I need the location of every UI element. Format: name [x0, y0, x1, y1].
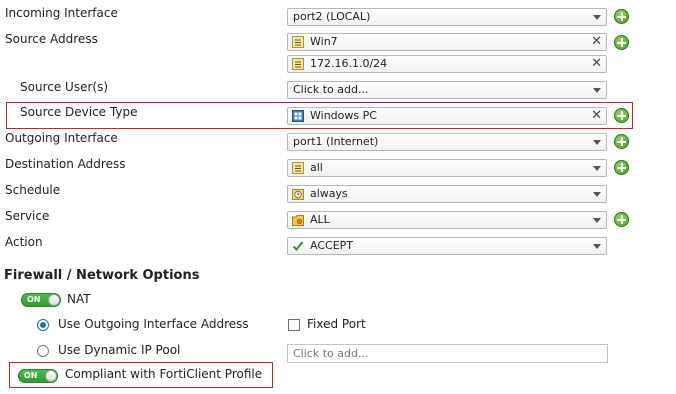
outgoing-interface-label: Outgoing Interface [5, 131, 118, 145]
dropdown-arrow-icon [593, 244, 601, 249]
toggle-knob [48, 294, 60, 306]
service-select[interactable]: ALL [287, 211, 607, 229]
forticlient-toggle[interactable]: ON [18, 369, 58, 383]
source-users-placeholder: Click to add... [293, 83, 369, 96]
ip-pool-placeholder: Click to add... [293, 347, 369, 360]
service-label: Service [5, 209, 50, 223]
outgoing-interface-select[interactable]: port1 (Internet) [287, 133, 607, 151]
firewall-options-title: Firewall / Network Options [4, 268, 200, 283]
forticlient-label: Compliant with FortiClient Profile [65, 367, 263, 381]
dropdown-arrow-icon [593, 218, 601, 223]
incoming-interface-value: port2 (LOCAL) [293, 10, 371, 23]
source-address-value-2: 172.16.1.0/24 [310, 57, 388, 70]
address-object-icon [292, 162, 304, 174]
toggle-knob [45, 370, 57, 382]
schedule-value: always [310, 187, 348, 200]
use-dynamic-ip-pool-radio[interactable] [37, 345, 49, 357]
nat-toggle[interactable]: ON [21, 293, 61, 307]
source-device-type-value: Windows PC [310, 109, 377, 122]
remove-icon[interactable]: ✕ [591, 56, 602, 72]
remove-icon[interactable]: ✕ [591, 34, 602, 50]
checkmark-icon [292, 241, 304, 251]
nat-label: NAT [67, 292, 91, 306]
add-destination-address-icon[interactable] [614, 160, 629, 175]
address-object-icon [292, 36, 304, 48]
schedule-label: Schedule [5, 183, 61, 197]
add-device-type-icon[interactable] [614, 108, 629, 123]
action-label: Action [5, 235, 43, 249]
add-source-address-icon[interactable] [614, 35, 629, 50]
nat-toggle-text: ON [27, 295, 41, 304]
fixed-port-label: Fixed Port [307, 317, 366, 331]
action-select[interactable]: ACCEPT [287, 237, 607, 255]
dropdown-arrow-icon [593, 15, 601, 20]
add-outgoing-interface-icon[interactable] [614, 134, 629, 149]
fixed-port-checkbox[interactable] [288, 319, 300, 331]
outgoing-interface-value: port1 (Internet) [293, 135, 379, 148]
add-incoming-interface-icon[interactable] [614, 9, 629, 24]
use-outgoing-interface-label: Use Outgoing Interface Address [58, 317, 249, 331]
source-address-value-1: Win7 [310, 35, 338, 48]
dropdown-arrow-icon [593, 166, 601, 171]
address-object-icon [292, 58, 304, 70]
schedule-select[interactable]: always [287, 185, 607, 203]
source-address-item-1[interactable]: Win7 ✕ [287, 33, 607, 51]
destination-address-value: all [310, 161, 323, 174]
incoming-interface-label: Incoming Interface [5, 6, 118, 20]
service-value: ALL [310, 213, 330, 226]
destination-address-select[interactable]: all [287, 159, 607, 177]
action-value: ACCEPT [310, 239, 353, 252]
use-outgoing-interface-radio[interactable] [37, 319, 49, 331]
service-group-icon [292, 215, 304, 226]
clock-icon [292, 189, 304, 200]
remove-icon[interactable]: ✕ [591, 108, 602, 124]
forticlient-toggle-text: ON [24, 371, 38, 380]
dropdown-arrow-icon [593, 88, 601, 93]
add-service-icon[interactable] [614, 212, 629, 227]
source-users-select[interactable]: Click to add... [287, 81, 607, 99]
ip-pool-input[interactable]: Click to add... [287, 344, 608, 363]
dropdown-arrow-icon [593, 192, 601, 197]
destination-address-label: Destination Address [5, 157, 126, 171]
dropdown-arrow-icon [593, 140, 601, 145]
source-users-label: Source User(s) [20, 80, 108, 94]
incoming-interface-select[interactable]: port2 (LOCAL) [287, 8, 607, 26]
windows-pc-icon [292, 110, 304, 122]
use-dynamic-ip-pool-label: Use Dynamic IP Pool [58, 343, 181, 357]
source-address-item-2[interactable]: 172.16.1.0/24 ✕ [287, 55, 607, 73]
source-device-type-item[interactable]: Windows PC ✕ [287, 107, 607, 125]
source-address-label: Source Address [5, 32, 98, 46]
